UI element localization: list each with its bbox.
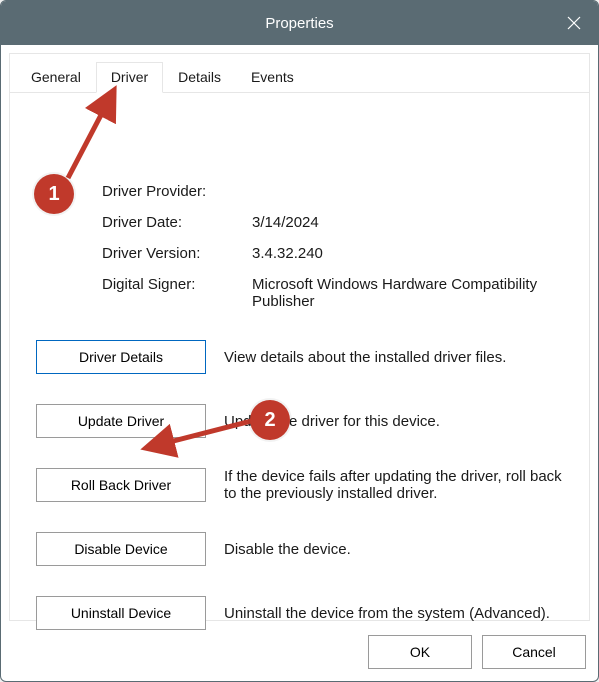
- titlebar: Properties: [1, 1, 598, 45]
- tab-driver[interactable]: Driver: [96, 62, 163, 93]
- tab-details[interactable]: Details: [163, 62, 236, 93]
- dialog-footer: OK Cancel: [368, 635, 586, 669]
- roll-back-driver-button[interactable]: Roll Back Driver: [36, 468, 206, 502]
- digital-signer-label: Digital Signer:: [102, 276, 242, 310]
- driver-actions: Driver Details View details about the in…: [32, 340, 567, 630]
- close-button[interactable]: [550, 1, 598, 45]
- annotation-badge-2: 2: [250, 400, 290, 440]
- driver-details-button[interactable]: Driver Details: [36, 340, 206, 374]
- properties-dialog: Properties General Driver Details Events…: [0, 0, 599, 682]
- close-icon: [567, 16, 581, 30]
- tab-events[interactable]: Events: [236, 62, 309, 93]
- driver-details-desc: View details about the installed driver …: [224, 349, 567, 366]
- roll-back-driver-desc: If the device fails after updating the d…: [224, 468, 567, 502]
- uninstall-device-desc: Uninstall the device from the system (Ad…: [224, 605, 567, 622]
- uninstall-device-button[interactable]: Uninstall Device: [36, 596, 206, 630]
- disable-device-desc: Disable the device.: [224, 541, 567, 558]
- annotation-badge-1: 1: [34, 174, 74, 214]
- digital-signer-value: Microsoft Windows Hardware Compatibility…: [252, 276, 567, 310]
- disable-device-button[interactable]: Disable Device: [36, 532, 206, 566]
- tab-content-driver: Driver Provider: Driver Date: 3/14/2024 …: [10, 93, 589, 642]
- driver-info-grid: Driver Provider: Driver Date: 3/14/2024 …: [32, 183, 567, 310]
- dialog-body: General Driver Details Events Driver Pro…: [9, 53, 590, 621]
- driver-version-value: 3.4.32.240: [252, 245, 567, 262]
- driver-provider-label: Driver Provider:: [102, 183, 242, 200]
- tab-general[interactable]: General: [16, 62, 96, 93]
- driver-version-label: Driver Version:: [102, 245, 242, 262]
- update-driver-button[interactable]: Update Driver: [36, 404, 206, 438]
- cancel-button[interactable]: Cancel: [482, 635, 586, 669]
- driver-date-value: 3/14/2024: [252, 214, 567, 231]
- driver-date-label: Driver Date:: [102, 214, 242, 231]
- driver-provider-value: [252, 183, 567, 200]
- tab-strip: General Driver Details Events: [10, 54, 589, 93]
- window-title: Properties: [265, 15, 333, 32]
- ok-button[interactable]: OK: [368, 635, 472, 669]
